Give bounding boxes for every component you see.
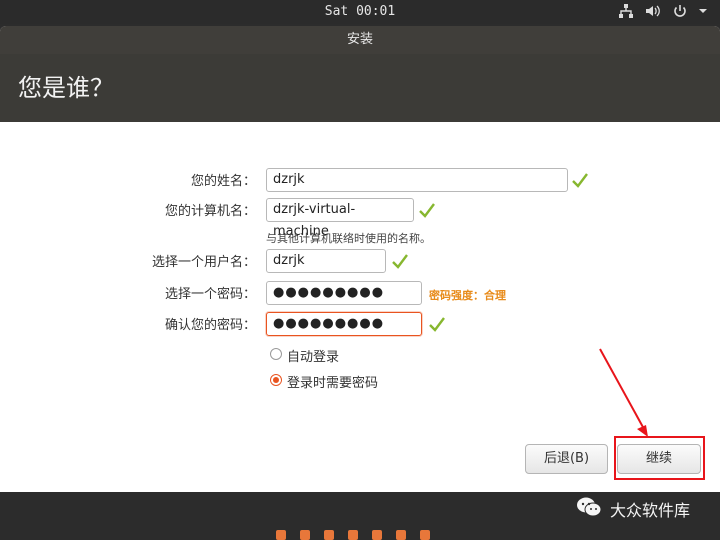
top-panel: Sat 00:01 [0, 0, 720, 24]
volume-icon[interactable] [644, 3, 662, 19]
page-title: 您是谁？ [0, 54, 720, 122]
name-label: 您的姓名： [190, 174, 256, 189]
require-password-label[interactable]: 登录时需要密码 [287, 372, 378, 391]
progress-dot [420, 530, 430, 540]
progress-dot [276, 530, 286, 540]
password-strength: 密码强度：合理 [429, 289, 506, 302]
system-tray[interactable] [618, 3, 708, 19]
name-input[interactable]: dzrjk [266, 168, 568, 192]
check-icon [391, 252, 409, 270]
watermark-text: 大众软件库 [610, 501, 691, 520]
computer-name-hint: 与其他计算机联络时使用的名称。 [266, 232, 431, 245]
annotation-box [614, 436, 705, 480]
wechat-icon [576, 496, 602, 522]
progress-dot [396, 530, 406, 540]
check-icon [418, 201, 436, 219]
username-input[interactable]: dzrjk [266, 249, 386, 273]
computer-name-input[interactable]: dzrjk-virtual-machine [266, 198, 414, 239]
power-icon[interactable] [672, 3, 688, 19]
username-label: 选择一个用户名： [151, 255, 256, 270]
auto-login-radio[interactable] [270, 348, 282, 360]
network-icon[interactable] [618, 3, 634, 19]
check-icon [571, 171, 589, 189]
annotation-arrow [599, 348, 648, 437]
require-password-radio[interactable] [270, 374, 282, 386]
chevron-down-icon[interactable] [698, 3, 708, 19]
check-icon [428, 315, 446, 333]
progress-dot [300, 530, 310, 540]
back-button[interactable]: 后退(B) [525, 444, 608, 474]
password-input[interactable]: ●●●●●●●●● [266, 281, 422, 305]
progress-dot [372, 530, 382, 540]
auto-login-label[interactable]: 自动登录 [287, 346, 339, 365]
install-progress-dots [276, 530, 430, 540]
password-label: 选择一个密码： [164, 287, 256, 302]
progress-dot [324, 530, 334, 540]
clock[interactable]: Sat 00:01 [0, 4, 720, 19]
confirm-password-input[interactable]: ●●●●●●●●● [266, 312, 422, 336]
confirm-password-label: 确认您的密码： [164, 318, 256, 333]
computer-name-label: 您的计算机名： [164, 204, 256, 219]
watermark: 大众软件库 [576, 496, 690, 522]
progress-dot [348, 530, 358, 540]
window-title: 安装 [0, 26, 720, 54]
